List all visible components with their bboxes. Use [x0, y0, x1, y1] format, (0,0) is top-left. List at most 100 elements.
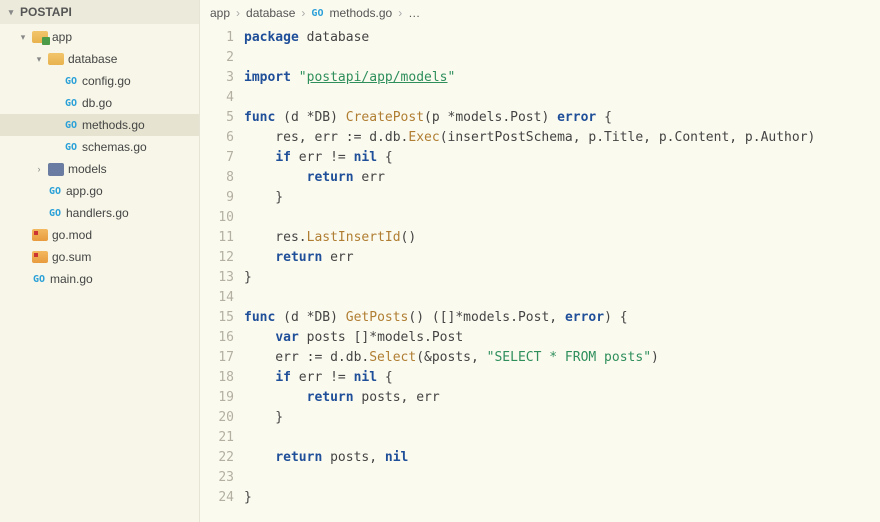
code-line[interactable] [244, 468, 880, 488]
go-file-icon: GO [48, 206, 62, 220]
line-gutter: 123456789101112131415161718192021222324 [200, 26, 244, 522]
line-number: 21 [204, 428, 234, 448]
code-line[interactable]: res, err := d.db.Exec(insertPostSchema, … [244, 128, 880, 148]
line-number: 12 [204, 248, 234, 268]
tree-item-db-go[interactable]: GO db.go [0, 92, 199, 114]
code-line[interactable]: err := d.db.Select(&posts, "SELECT * FRO… [244, 348, 880, 368]
line-number: 20 [204, 408, 234, 428]
project-root-label: POSTAPI [20, 5, 72, 19]
tree-item-label: go.mod [52, 228, 92, 242]
line-number: 7 [204, 148, 234, 168]
go-file-icon: GO [32, 272, 46, 286]
breadcrumb-seg[interactable]: app [210, 6, 230, 20]
line-number: 22 [204, 448, 234, 468]
folder-icon [32, 31, 48, 43]
folder-icon [48, 163, 64, 176]
line-number: 23 [204, 468, 234, 488]
go-file-icon: GO [311, 8, 323, 19]
tree-item-label: db.go [82, 96, 112, 110]
code-line[interactable]: package database [244, 28, 880, 48]
breadcrumb-tail[interactable]: … [408, 6, 420, 20]
chevron-down-icon[interactable]: ▾ [18, 32, 28, 42]
line-number: 16 [204, 328, 234, 348]
go-file-icon: GO [48, 184, 62, 198]
code-line[interactable]: } [244, 408, 880, 428]
tree-item-models[interactable]: › models [0, 158, 199, 180]
code-line[interactable]: func (d *DB) CreatePost(p *models.Post) … [244, 108, 880, 128]
go-file-icon: GO [64, 140, 78, 154]
code-line[interactable]: import "postapi/app/models" [244, 68, 880, 88]
chevron-right-icon: › [236, 6, 240, 20]
tree-item-config-go[interactable]: GO config.go [0, 70, 199, 92]
chevron-right-icon: › [398, 6, 402, 20]
go-file-icon: GO [64, 74, 78, 88]
code-line[interactable]: } [244, 488, 880, 508]
tree-item-methods-go[interactable]: GO methods.go [0, 114, 199, 136]
code-line[interactable] [244, 48, 880, 68]
breadcrumb-seg[interactable]: database [246, 6, 295, 20]
go-file-icon: GO [64, 96, 78, 110]
breadcrumb[interactable]: app › database › GO methods.go › … [200, 0, 880, 26]
breadcrumb-seg[interactable]: methods.go [329, 6, 392, 20]
line-number: 18 [204, 368, 234, 388]
line-number: 1 [204, 28, 234, 48]
line-number: 13 [204, 268, 234, 288]
line-number: 6 [204, 128, 234, 148]
code-line[interactable] [244, 208, 880, 228]
code-line[interactable]: return posts, err [244, 388, 880, 408]
code-line[interactable]: return posts, nil [244, 448, 880, 468]
line-number: 11 [204, 228, 234, 248]
tree-item-label: main.go [50, 272, 93, 286]
editor-pane: app › database › GO methods.go › … 12345… [200, 0, 880, 522]
tree-item-label: handlers.go [66, 206, 129, 220]
tree-item-label: config.go [82, 74, 131, 88]
mod-file-icon [32, 229, 48, 241]
tree-item-main-go[interactable]: GO main.go [0, 268, 199, 290]
line-number: 10 [204, 208, 234, 228]
line-number: 14 [204, 288, 234, 308]
tree-item-go-sum[interactable]: go.sum [0, 246, 199, 268]
code-line[interactable]: res.LastInsertId() [244, 228, 880, 248]
line-number: 19 [204, 388, 234, 408]
code-line[interactable]: } [244, 268, 880, 288]
tree-item-label: app.go [66, 184, 103, 198]
line-number: 8 [204, 168, 234, 188]
tree-item-schemas-go[interactable]: GO schemas.go [0, 136, 199, 158]
tree-item-go-mod[interactable]: go.mod [0, 224, 199, 246]
tree-item-app-go[interactable]: GO app.go [0, 180, 199, 202]
line-number: 2 [204, 48, 234, 68]
code-line[interactable]: } [244, 188, 880, 208]
code-line[interactable]: var posts []*models.Post [244, 328, 880, 348]
chevron-right-icon[interactable]: › [34, 164, 44, 174]
go-file-icon: GO [64, 118, 78, 132]
tree-item-label: methods.go [82, 118, 145, 132]
line-number: 3 [204, 68, 234, 88]
tree-item-label: models [68, 162, 107, 176]
chevron-right-icon: › [301, 6, 305, 20]
project-sidebar: ▾ POSTAPI ▾app▾database GO config.go GO db.g… [0, 0, 200, 522]
tree-item-handlers-go[interactable]: GO handlers.go [0, 202, 199, 224]
code-line[interactable]: return err [244, 168, 880, 188]
chevron-down-icon[interactable]: ▾ [34, 54, 44, 64]
line-number: 9 [204, 188, 234, 208]
tree-item-label: schemas.go [82, 140, 147, 154]
tree-item-label: go.sum [52, 250, 91, 264]
tree-item-database[interactable]: ▾database [0, 48, 199, 70]
project-tree: ▾app▾database GO config.go GO db.go GO methods… [0, 24, 199, 290]
line-number: 24 [204, 488, 234, 508]
code-line[interactable] [244, 288, 880, 308]
code-line[interactable] [244, 428, 880, 448]
project-header[interactable]: ▾ POSTAPI [0, 0, 199, 24]
code-line[interactable]: if err != nil { [244, 148, 880, 168]
code-line[interactable]: if err != nil { [244, 368, 880, 388]
code-lines[interactable]: package database import "postapi/app/mode… [244, 26, 880, 522]
code-editor[interactable]: 123456789101112131415161718192021222324 … [200, 26, 880, 522]
code-line[interactable] [244, 88, 880, 108]
chevron-down-icon: ▾ [6, 7, 16, 17]
line-number: 17 [204, 348, 234, 368]
tree-item-app[interactable]: ▾app [0, 26, 199, 48]
code-line[interactable]: return err [244, 248, 880, 268]
line-number: 15 [204, 308, 234, 328]
line-number: 4 [204, 88, 234, 108]
code-line[interactable]: func (d *DB) GetPosts() ([]*models.Post,… [244, 308, 880, 328]
